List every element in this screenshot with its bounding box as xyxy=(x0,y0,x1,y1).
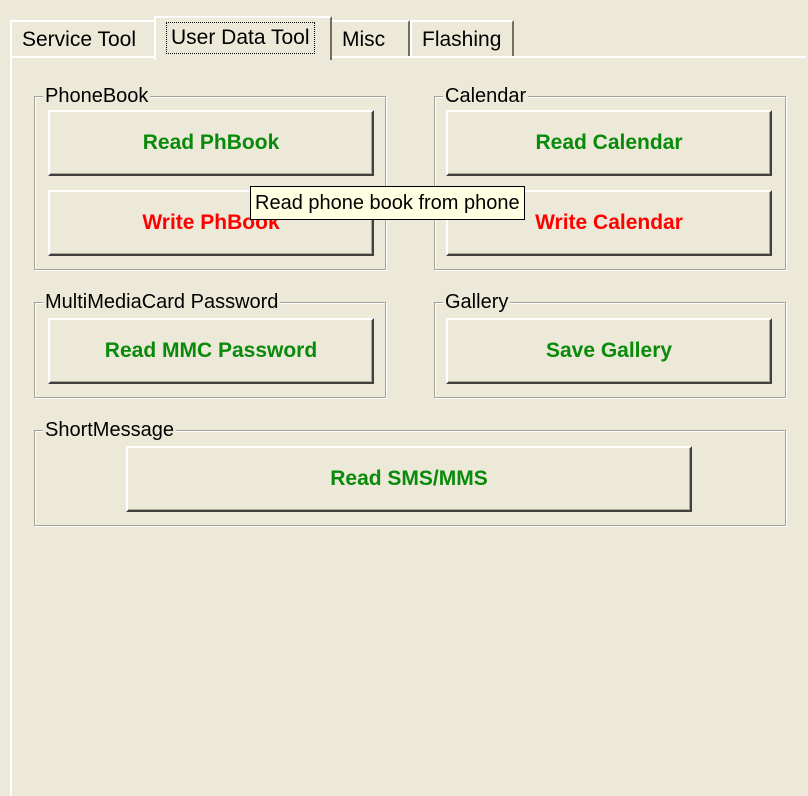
save-gallery-button[interactable]: Save Gallery xyxy=(446,318,772,384)
tab-misc[interactable]: Misc xyxy=(330,20,410,56)
read-sms-mms-button-label: Read SMS/MMS xyxy=(330,467,488,490)
save-gallery-button-label: Save Gallery xyxy=(545,339,673,362)
short-message-group-label: ShortMessage xyxy=(43,417,176,443)
tab-flashing[interactable]: Flashing xyxy=(410,20,514,56)
tab-user-data-tool[interactable]: User Data Tool xyxy=(154,16,332,60)
calendar-group-label: Calendar xyxy=(443,83,529,109)
tab-label: Flashing xyxy=(422,28,502,51)
tab-service-tool[interactable]: Service Tool xyxy=(10,20,156,56)
read-phonebook-button-label: Read PhBook xyxy=(142,131,280,154)
mmc-password-group-label: MultiMediaCard Password xyxy=(43,289,281,315)
read-calendar-button[interactable]: Read Calendar xyxy=(446,110,772,176)
read-phonebook-button[interactable]: Read PhBook xyxy=(48,110,374,176)
write-calendar-button-label: Write Calendar xyxy=(535,211,683,234)
phonebook-group-label: PhoneBook xyxy=(43,83,151,109)
tooltip-text: Read phone book from phone xyxy=(255,192,520,214)
tab-label: Misc xyxy=(342,28,386,51)
tab-label: Service Tool xyxy=(22,28,137,51)
tooltip: Read phone book from phone xyxy=(250,186,525,220)
read-sms-mms-button[interactable]: Read SMS/MMS xyxy=(126,446,692,512)
gallery-group-label: Gallery xyxy=(443,289,511,315)
read-mmc-password-button[interactable]: Read MMC Password xyxy=(48,318,374,384)
read-mmc-password-button-label: Read MMC Password xyxy=(104,339,318,362)
tab-label: User Data Tool xyxy=(166,22,315,54)
read-calendar-button-label: Read Calendar xyxy=(535,131,683,154)
